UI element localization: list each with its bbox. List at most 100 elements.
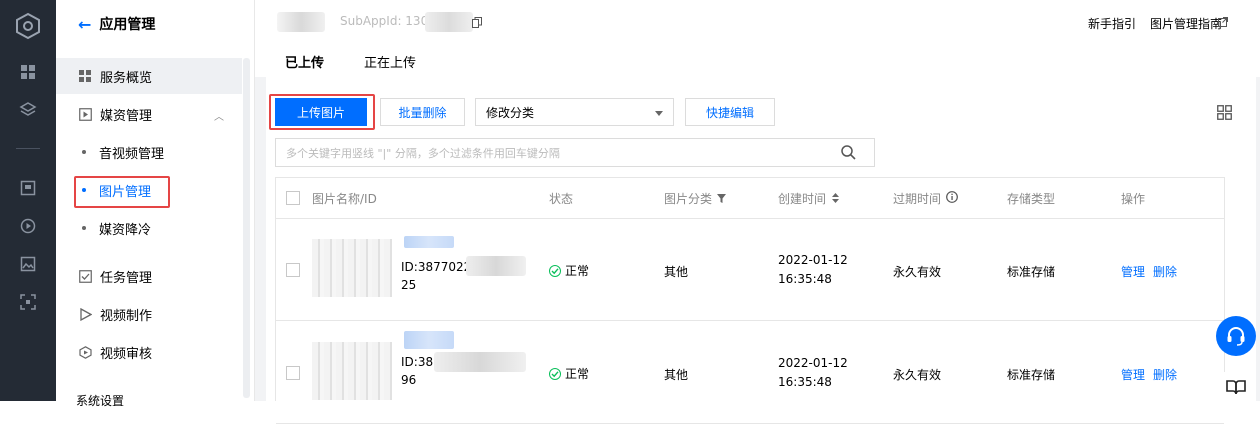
image-id-suffix: 96 bbox=[401, 373, 417, 387]
book-icon bbox=[1226, 380, 1246, 395]
category-select[interactable]: 修改分类 bbox=[475, 98, 674, 126]
tab-uploading[interactable]: 正在上传 bbox=[352, 52, 428, 79]
main-area: SubAppId: 13000 新手指引 图片管理指南 已上传 正在上传 上传图… bbox=[255, 0, 1260, 424]
row-checkbox[interactable] bbox=[286, 366, 300, 380]
col-expire-label: 过期时间 bbox=[893, 192, 942, 206]
filter-icon[interactable] bbox=[717, 192, 727, 206]
tab-uploaded[interactable]: 已上传 bbox=[273, 52, 337, 79]
table-row: ID:38770220 25 正常 其他 2022-01-12 16:35:48… bbox=[276, 218, 1224, 321]
col-status: 状态 bbox=[549, 192, 574, 206]
chevron-up-icon: ︿ bbox=[214, 112, 224, 123]
sidebar-item-video-review[interactable]: 视频审核 bbox=[56, 334, 242, 370]
grid-view-icon[interactable] bbox=[1217, 105, 1232, 123]
table-row: ID:38 96 正常 其他 2022-01-12 16:35:48 永久有效 … bbox=[276, 321, 1224, 424]
app-name-redacted bbox=[277, 12, 325, 32]
col-storage: 存储类型 bbox=[1007, 192, 1056, 206]
bullet-dot bbox=[82, 150, 86, 154]
sidebar-item-overview[interactable]: 服务概览 bbox=[56, 58, 242, 94]
sidebar-section-settings: 系统设置 bbox=[56, 382, 242, 418]
select-all-checkbox[interactable] bbox=[286, 191, 300, 205]
image-table: 图片名称/ID 状态 图片分类 创建时间 过期时间 存储类型 操作 ID:387… bbox=[275, 177, 1225, 424]
highlight-box bbox=[74, 176, 170, 208]
layers-icon[interactable] bbox=[18, 100, 38, 120]
image-icon[interactable] bbox=[18, 254, 38, 274]
sidebar-scrollbar[interactable] bbox=[243, 58, 250, 398]
play-circle-icon[interactable] bbox=[18, 216, 38, 236]
scan-icon[interactable] bbox=[18, 292, 38, 312]
copy-icon[interactable] bbox=[472, 17, 482, 31]
col-expire: 过期时间 bbox=[893, 190, 958, 207]
table-header: 图片名称/ID 状态 图片分类 创建时间 过期时间 存储类型 操作 bbox=[276, 178, 1224, 219]
status-badge: 正常 bbox=[549, 365, 589, 382]
col-ops: 操作 bbox=[1121, 192, 1146, 206]
sidebar-subitem-label: 媒资降冷 bbox=[99, 222, 152, 238]
check-circle-icon bbox=[549, 264, 561, 277]
search-input[interactable]: 多个关键字用竖线 "|" 分隔，多个过滤条件用回车键分隔 bbox=[275, 138, 875, 167]
created-time: 16:35:48 bbox=[778, 375, 832, 389]
sidebar-subitem-cold[interactable]: 媒资降冷 bbox=[56, 210, 242, 246]
delete-link[interactable]: 删除 bbox=[1153, 368, 1177, 382]
bullet-dot bbox=[82, 226, 86, 230]
beginner-guide-link[interactable]: 新手指引 bbox=[1088, 15, 1136, 32]
tab-bar: 已上传 正在上传 bbox=[273, 52, 444, 79]
search-icon[interactable] bbox=[841, 145, 856, 163]
dashboard-icon[interactable] bbox=[18, 62, 38, 82]
top-bar: SubAppId: 13000 新手指引 图片管理指南 已上传 正在上传 bbox=[255, 0, 1260, 79]
image-id-redacted bbox=[434, 352, 526, 372]
image-name-redacted[interactable] bbox=[404, 331, 454, 349]
external-link-icon[interactable] bbox=[1218, 16, 1228, 30]
image-id: ID:38 bbox=[401, 355, 434, 369]
media-play-icon bbox=[78, 107, 92, 121]
storage-cell: 标准存储 bbox=[1007, 265, 1056, 279]
customer-service-button[interactable] bbox=[1216, 316, 1256, 356]
quick-edit-button[interactable]: 快捷编辑 bbox=[685, 98, 775, 126]
sidebar-item-tasks[interactable]: 任务管理 bbox=[56, 258, 242, 294]
product-logo-icon[interactable] bbox=[14, 12, 42, 40]
back-to-app-management[interactable]: ← 应用管理 bbox=[78, 14, 155, 34]
play-triangle-icon bbox=[78, 307, 92, 321]
status-text: 正常 bbox=[565, 367, 590, 381]
sidebar-item-label: 服务概览 bbox=[100, 70, 153, 86]
image-name-redacted[interactable] bbox=[404, 236, 454, 248]
sidebar-item-label: 任务管理 bbox=[100, 270, 153, 286]
col-category-label: 图片分类 bbox=[664, 192, 713, 206]
image-thumbnail[interactable] bbox=[312, 342, 392, 400]
row-checkbox[interactable] bbox=[286, 263, 300, 277]
col-category[interactable]: 图片分类 bbox=[664, 190, 727, 207]
col-created[interactable]: 创建时间 bbox=[778, 190, 840, 207]
docs-button[interactable] bbox=[1216, 372, 1256, 402]
sidebar-item-label: 媒资管理 bbox=[100, 108, 153, 124]
image-guide-link[interactable]: 图片管理指南 bbox=[1150, 15, 1222, 32]
status-text: 正常 bbox=[565, 264, 590, 278]
expire-cell: 永久有效 bbox=[893, 368, 942, 382]
delete-link[interactable]: 删除 bbox=[1153, 265, 1177, 279]
image-thumbnail[interactable] bbox=[312, 239, 392, 297]
back-label: 应用管理 bbox=[99, 17, 156, 33]
sort-icon[interactable] bbox=[832, 192, 840, 206]
expire-cell: 永久有效 bbox=[893, 265, 942, 279]
subapp-id-redacted bbox=[425, 12, 473, 32]
image-id-suffix: 25 bbox=[401, 278, 417, 292]
info-icon[interactable] bbox=[946, 191, 958, 206]
manage-link[interactable]: 管理 bbox=[1121, 265, 1145, 279]
category-cell: 其他 bbox=[664, 265, 689, 279]
col-name: 图片名称/ID bbox=[312, 192, 377, 206]
sidebar-item-media[interactable]: 媒资管理 ︿ bbox=[56, 96, 242, 132]
rail-divider bbox=[16, 148, 40, 149]
created-date: 2022-01-12 bbox=[778, 356, 848, 370]
sidebar-subitem-av[interactable]: 音视频管理 bbox=[56, 134, 242, 170]
sidebar-item-video-production[interactable]: 视频制作 bbox=[56, 296, 242, 332]
col-created-label: 创建时间 bbox=[778, 192, 827, 206]
status-badge: 正常 bbox=[549, 262, 589, 279]
ops-cell: 管理 删除 bbox=[1121, 366, 1185, 383]
media-library-icon[interactable] bbox=[18, 178, 38, 198]
check-circle-icon bbox=[549, 367, 561, 380]
batch-delete-button[interactable]: 批量删除 bbox=[380, 98, 465, 126]
highlight-box bbox=[269, 94, 375, 130]
sidebar-item-label: 系统设置 bbox=[76, 393, 125, 408]
search-placeholder: 多个关键字用竖线 "|" 分隔，多个过滤条件用回车键分隔 bbox=[286, 146, 560, 160]
manage-link[interactable]: 管理 bbox=[1121, 368, 1145, 382]
arrow-left-icon: ← bbox=[78, 14, 92, 34]
sidebar: ← 应用管理 服务概览 媒资管理 ︿ 音视频管理 图片管理 媒资降冷 任务管理 bbox=[56, 0, 255, 408]
chevron-down-icon bbox=[655, 111, 663, 116]
